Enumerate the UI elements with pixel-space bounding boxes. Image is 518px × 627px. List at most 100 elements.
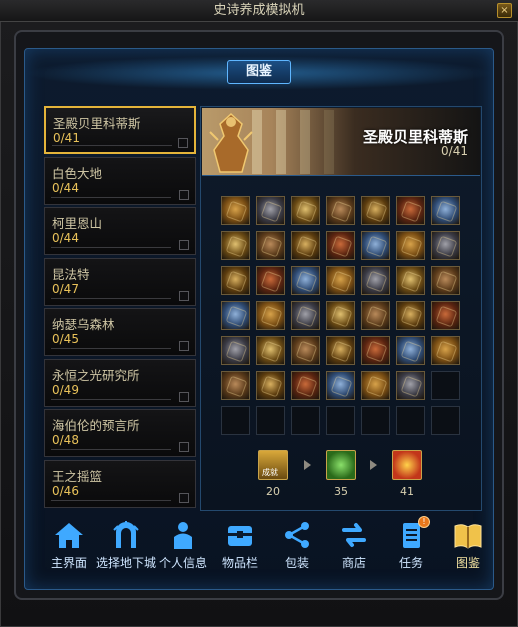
nav-shop[interactable]: 商店 (325, 516, 383, 574)
equipment-item-icon[interactable] (256, 336, 285, 365)
dungeon-progress: 0/41 (441, 144, 468, 158)
equipment-item-icon[interactable] (431, 231, 460, 260)
equipment-item-icon[interactable] (221, 266, 250, 295)
bottom-nav: 主界面 选择地下城 个人信息 物品栏 包装 商店 任务! 图鉴 (40, 516, 482, 576)
equipment-item-icon[interactable] (291, 266, 320, 295)
nav-home[interactable]: 主界面 (40, 516, 98, 574)
dungeon-count: 0/45 (52, 332, 79, 346)
dungeon-item[interactable]: 海伯伦的预言所 0/48 (44, 409, 196, 457)
dungeon-item[interactable]: 纳瑟乌森林 0/45 (44, 308, 196, 356)
nav-profile[interactable]: 个人信息 (154, 516, 212, 574)
reward-count-3: 41 (400, 485, 414, 498)
equipment-item-icon[interactable] (361, 371, 390, 400)
equipment-item-icon[interactable] (326, 301, 355, 330)
checkbox-icon (178, 138, 188, 148)
dungeon-name: 圣殿贝里科蒂斯 (53, 116, 141, 131)
nav-inventory[interactable]: 物品栏 (211, 516, 269, 574)
equipment-item-icon[interactable] (361, 336, 390, 365)
arrow-right-icon (304, 460, 311, 470)
nav-codex[interactable]: 图鉴 (439, 516, 497, 574)
empty-slot (221, 406, 250, 435)
dungeon-banner: 圣殿贝里科蒂斯 0/41 (202, 108, 480, 176)
equipment-item-icon[interactable] (431, 301, 460, 330)
progress-track (51, 297, 171, 299)
title-bar: 史诗养成模拟机 × (0, 0, 518, 22)
equipment-item-icon[interactable] (291, 196, 320, 225)
empty-slot (291, 406, 320, 435)
equipment-item-icon[interactable] (221, 371, 250, 400)
equipment-item-icon[interactable] (291, 301, 320, 330)
equipment-item-icon[interactable] (221, 336, 250, 365)
equipment-item-icon[interactable] (291, 231, 320, 260)
equipment-item-icon[interactable] (221, 301, 250, 330)
equipment-item-icon[interactable] (361, 266, 390, 295)
equipment-item-icon[interactable] (326, 371, 355, 400)
equipment-item-icon[interactable] (291, 336, 320, 365)
panel-heading: 图鉴 (227, 60, 291, 84)
equipment-item-icon[interactable] (256, 196, 285, 225)
chest-caption: 成就 (262, 468, 278, 477)
dungeon-count: 0/41 (53, 131, 80, 145)
progress-track (51, 247, 171, 248)
dungeon-list: 圣殿贝里科蒂斯 0/41 白色大地 0/44 柯里恩山 0/44 昆法特 0/47 纳瑟乌森林 0… (44, 106, 196, 511)
equipment-item-icon[interactable] (256, 231, 285, 260)
nav-quest[interactable]: 任务! (382, 516, 440, 574)
dungeon-item[interactable]: 圣殿贝里科蒂斯 0/41 (44, 106, 196, 154)
progress-track (51, 499, 171, 501)
arrow-right-icon (370, 460, 377, 470)
equipment-item-icon[interactable] (326, 196, 355, 225)
empty-slot (361, 406, 390, 435)
equipment-item-icon[interactable] (326, 231, 355, 260)
chest-icon[interactable]: 成就 (258, 450, 288, 480)
equipment-item-icon[interactable] (291, 371, 320, 400)
equipment-item-icon[interactable] (221, 231, 250, 260)
equipment-item-icon[interactable] (431, 196, 460, 225)
equipment-item-icon[interactable] (396, 266, 425, 295)
dungeon-name: 永恒之光研究所 (52, 367, 140, 383)
equipment-item-icon[interactable] (326, 336, 355, 365)
equipment-item-icon[interactable] (256, 371, 285, 400)
temple-pillars-icon (252, 110, 334, 174)
nav-dungeon[interactable]: 选择地下城 (96, 516, 156, 574)
dungeon-name: 海伯伦的预言所 (52, 418, 140, 433)
dungeon-count: 0/48 (52, 433, 79, 447)
empty-slot (326, 406, 355, 435)
equipment-item-icon[interactable] (396, 336, 425, 365)
dungeon-item[interactable]: 王之摇篮 0/46 (44, 459, 196, 508)
progress-track (52, 145, 172, 146)
checkbox-icon (179, 391, 189, 402)
equipment-item-icon[interactable] (361, 301, 390, 330)
dungeon-item[interactable]: 柯里恩山 0/44 (44, 207, 196, 255)
progress-track (51, 449, 171, 450)
exchange-icon (338, 520, 370, 550)
dungeon-name: 纳瑟乌森林 (52, 317, 115, 332)
equipment-item-icon[interactable] (256, 266, 285, 295)
equipment-item-icon[interactable] (326, 266, 355, 295)
checkbox-icon (179, 240, 189, 250)
equipment-item-icon[interactable] (221, 196, 250, 225)
progress-track (51, 398, 171, 400)
dungeon-item[interactable]: 昆法特 0/47 (44, 257, 196, 306)
equipment-item-icon[interactable] (431, 336, 460, 365)
empty-slot (396, 406, 425, 435)
dungeon-item[interactable]: 白色大地 0/44 (44, 156, 196, 205)
potion-icon[interactable] (326, 450, 356, 480)
equipment-item-icon[interactable] (361, 196, 390, 225)
dungeon-item[interactable]: 永恒之光研究所 0/49 (44, 358, 196, 407)
person-icon (167, 520, 199, 550)
equipment-item-icon[interactable] (431, 266, 460, 295)
equipment-item-icon[interactable] (396, 196, 425, 225)
dungeon-name: 白色大地 (52, 165, 103, 181)
nav-label: 图鉴 (455, 556, 480, 570)
gem-box-icon[interactable] (392, 450, 422, 480)
equipment-item-icon[interactable] (256, 301, 285, 330)
book-icon (452, 520, 484, 550)
equipment-item-icon[interactable] (361, 231, 390, 260)
gate-icon (110, 520, 142, 550)
dungeon-count: 0/46 (52, 483, 79, 498)
equipment-item-icon[interactable] (396, 301, 425, 330)
close-button[interactable]: × (497, 3, 512, 18)
nav-share[interactable]: 包装 (268, 516, 326, 574)
equipment-item-icon[interactable] (396, 231, 425, 260)
equipment-item-icon[interactable] (396, 371, 425, 400)
